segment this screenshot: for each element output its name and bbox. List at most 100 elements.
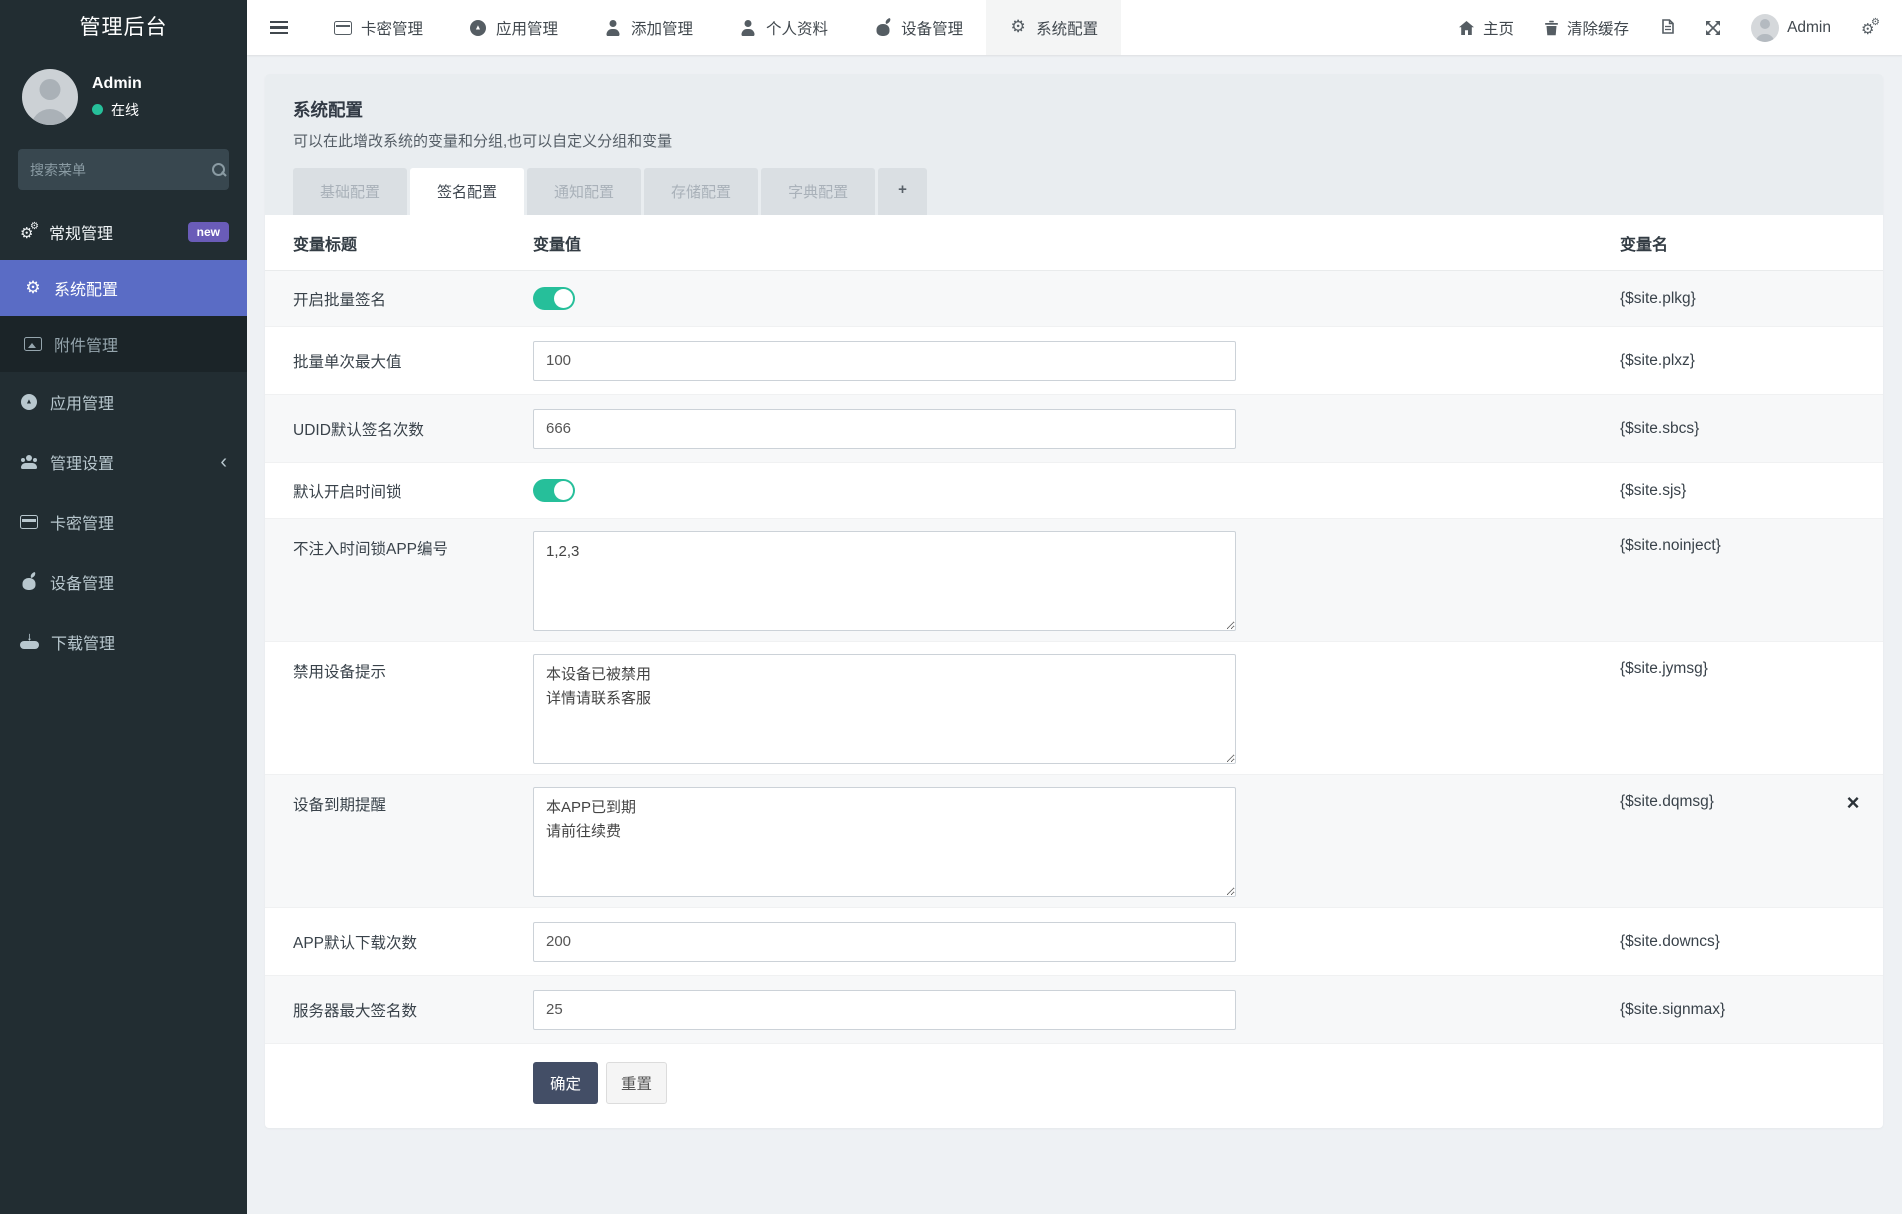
gear-icon xyxy=(24,280,42,296)
tab-字典配置[interactable]: 字典配置 xyxy=(761,168,875,215)
user-menu[interactable]: Admin xyxy=(1736,0,1846,55)
sidebar-item-附件管理[interactable]: 附件管理 xyxy=(0,316,247,372)
user-panel: Admin 在线 xyxy=(0,55,247,135)
top-navbar: 卡密管理 应用管理 添加管理 个人资料 设备管理 系统配置 主页 清除缓存 xyxy=(247,0,1902,55)
online-dot-icon xyxy=(92,104,103,115)
config-textarea[interactable] xyxy=(533,787,1236,897)
config-input[interactable] xyxy=(533,341,1236,381)
config-table: 开启批量签名{$site.plkg}批量单次最大值{$site.plxz}UDI… xyxy=(265,271,1883,1044)
column-header-value: 变量值 xyxy=(533,231,1620,255)
file-log-button[interactable] xyxy=(1644,0,1690,55)
user-menu-label: Admin xyxy=(1787,19,1831,37)
config-input[interactable] xyxy=(533,990,1236,1030)
toggle-switch-on[interactable] xyxy=(533,287,575,310)
cogs-icon xyxy=(20,224,38,240)
config-textarea[interactable] xyxy=(533,531,1236,631)
sidebar-toggle-button[interactable] xyxy=(247,0,311,55)
top-nav-item-系统配置[interactable]: 系统配置 xyxy=(986,0,1121,55)
config-label: 禁用设备提示 xyxy=(265,654,533,682)
sidebar-item-设备管理[interactable]: 设备管理 xyxy=(0,552,247,612)
close-icon[interactable] xyxy=(1845,795,1861,811)
sidebar-item-下载管理[interactable]: 下载管理 xyxy=(0,612,247,672)
clear-cache-label: 清除缓存 xyxy=(1567,17,1629,39)
top-nav-item-卡密管理[interactable]: 卡密管理 xyxy=(311,0,446,55)
search-icon[interactable] xyxy=(211,162,227,178)
tab-基础配置[interactable]: 基础配置 xyxy=(293,168,407,215)
sidebar-item-label: 设备管理 xyxy=(50,570,114,594)
top-nav-item-label: 系统配置 xyxy=(1036,17,1098,39)
config-label: 设备到期提醒 xyxy=(265,787,533,815)
credit-card-icon xyxy=(20,514,38,530)
config-value-cell xyxy=(533,531,1620,631)
tab-通知配置[interactable]: 通知配置 xyxy=(527,168,641,215)
top-nav-item-label: 应用管理 xyxy=(496,17,558,39)
reset-button[interactable]: 重置 xyxy=(606,1062,667,1104)
config-label: 默认开启时间锁 xyxy=(265,480,533,502)
user-name: Admin xyxy=(92,75,142,93)
config-value-cell xyxy=(533,922,1620,962)
top-nav-item-label: 个人资料 xyxy=(766,17,828,39)
config-value-cell xyxy=(533,990,1620,1030)
sidebar-item-label: 卡密管理 xyxy=(50,510,114,534)
user-status: 在线 xyxy=(92,100,142,120)
config-tabs: 基础配置签名配置通知配置存储配置字典配置+ xyxy=(293,168,1855,215)
tab-存储配置[interactable]: 存储配置 xyxy=(644,168,758,215)
config-value-cell xyxy=(533,654,1620,764)
config-row-不注入时间锁APP编号: 不注入时间锁APP编号{$site.noinject} xyxy=(265,519,1883,642)
settings-button[interactable] xyxy=(1846,0,1894,55)
circle-caret-icon xyxy=(469,20,487,36)
config-label: APP默认下载次数 xyxy=(265,931,533,953)
config-row-设备到期提醒: 设备到期提醒{$site.dqmsg} xyxy=(265,775,1883,908)
top-nav-item-设备管理[interactable]: 设备管理 xyxy=(851,0,986,55)
system-config-card: 系统配置 可以在此增改系统的变量和分组,也可以自定义分组和变量 基础配置签名配置… xyxy=(265,74,1883,1128)
search-input[interactable] xyxy=(30,162,211,178)
top-nav-items: 卡密管理 应用管理 添加管理 个人资料 设备管理 系统配置 xyxy=(311,0,1121,55)
sidebar-item-label: 管理设置 xyxy=(50,450,114,474)
download-icon xyxy=(20,634,39,650)
config-value-cell xyxy=(533,287,1620,310)
config-value-cell xyxy=(533,787,1620,897)
sidebar-item-系统配置[interactable]: 系统配置 xyxy=(0,260,247,316)
top-nav-item-个人资料[interactable]: 个人资料 xyxy=(716,0,851,55)
sidebar-section-general[interactable]: 常规管理 new xyxy=(0,196,247,260)
sidebar-search[interactable] xyxy=(18,149,229,190)
top-nav-item-label: 卡密管理 xyxy=(361,17,423,39)
config-varname: {$site.signmax} xyxy=(1620,1001,1883,1019)
config-value-cell xyxy=(533,341,1620,381)
column-header-varname: 变量名 xyxy=(1620,231,1883,255)
sidebar-item-管理设置[interactable]: 管理设置‹ xyxy=(0,432,247,492)
config-value-cell xyxy=(533,409,1620,449)
column-header-title: 变量标题 xyxy=(265,231,533,255)
gear-icon xyxy=(1009,20,1027,36)
toggle-switch-on[interactable] xyxy=(533,479,575,502)
config-input[interactable] xyxy=(533,409,1236,449)
config-label: 开启批量签名 xyxy=(265,288,533,310)
top-nav-item-添加管理[interactable]: 添加管理 xyxy=(581,0,716,55)
top-nav-item-应用管理[interactable]: 应用管理 xyxy=(446,0,581,55)
config-row-服务器最大签名数: 服务器最大签名数{$site.signmax} xyxy=(265,976,1883,1044)
config-input[interactable] xyxy=(533,922,1236,962)
config-row-开启批量签名: 开启批量签名 {$site.plkg} xyxy=(265,271,1883,327)
config-varname: {$site.plkg} xyxy=(1620,290,1883,308)
hamburger-icon xyxy=(269,20,289,36)
config-textarea[interactable] xyxy=(533,654,1236,764)
clear-cache-link[interactable]: 清除缓存 xyxy=(1529,0,1644,55)
credit-card-icon xyxy=(334,20,352,36)
config-label: UDID默认签名次数 xyxy=(265,418,533,440)
cogs-icon xyxy=(1861,20,1879,36)
config-row-禁用设备提示: 禁用设备提示{$site.jymsg} xyxy=(265,642,1883,775)
card-body: 变量标题 变量值 变量名 开启批量签名 {$site.plkg} 批量单次最大值 {$… xyxy=(265,215,1883,1128)
avatar xyxy=(1751,14,1779,42)
apple-icon xyxy=(20,574,38,590)
config-row-默认开启时间锁: 默认开启时间锁{$site.sjs} xyxy=(265,463,1883,519)
sidebar-item-卡密管理[interactable]: 卡密管理 xyxy=(0,492,247,552)
config-label: 批量单次最大值 xyxy=(265,350,533,372)
add-tab-button[interactable]: + xyxy=(878,168,927,215)
sidebar-item-label: 应用管理 xyxy=(50,390,114,414)
tab-签名配置[interactable]: 签名配置 xyxy=(410,168,524,215)
submit-button[interactable]: 确定 xyxy=(533,1062,598,1104)
sidebar-item-应用管理[interactable]: 应用管理 xyxy=(0,372,247,432)
app-root: 管理后台 Admin 在线 常规管理 new 系统配置附件管理 应用管理管理设置… xyxy=(0,0,1902,1214)
home-link[interactable]: 主页 xyxy=(1443,0,1529,55)
fullscreen-button[interactable] xyxy=(1690,0,1736,55)
